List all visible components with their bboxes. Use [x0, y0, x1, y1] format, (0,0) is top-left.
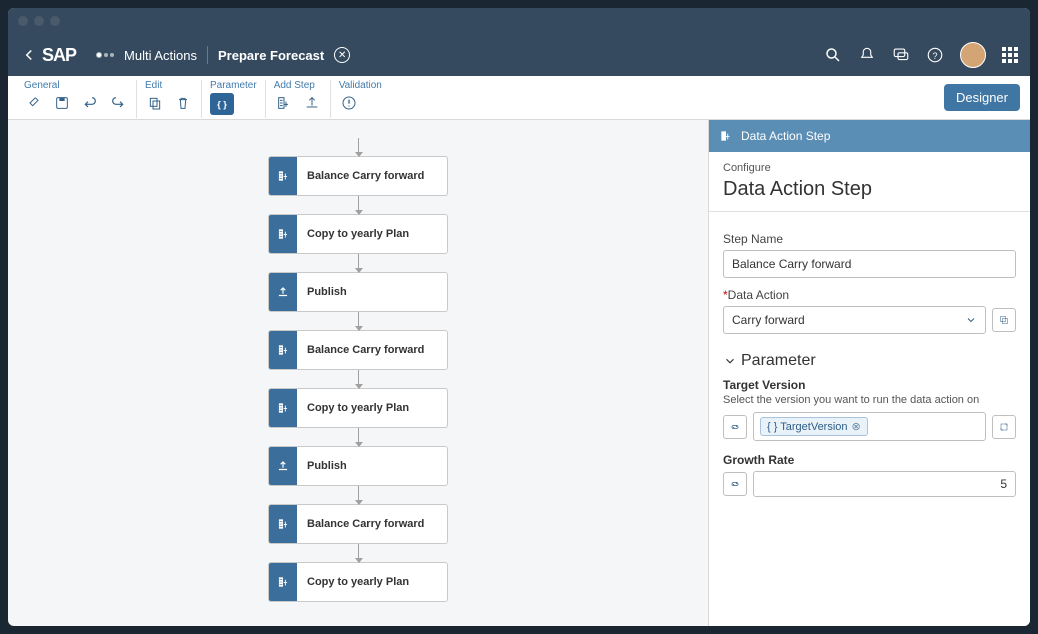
- flow-arrow: [358, 312, 359, 330]
- flow-step[interactable]: Publish: [268, 272, 448, 312]
- group-general-label: General: [24, 80, 60, 91]
- flow-step[interactable]: Balance Carry forward: [268, 504, 448, 544]
- flow-step[interactable]: Balance Carry forward: [268, 156, 448, 196]
- step-label: Balance Carry forward: [297, 518, 424, 530]
- undo-icon[interactable]: [80, 93, 100, 113]
- open-action-icon[interactable]: [992, 308, 1016, 332]
- copy-icon[interactable]: [145, 93, 165, 113]
- flow-step[interactable]: Publish: [268, 446, 448, 486]
- configure-label: Configure: [723, 162, 1016, 174]
- add-data-step-icon[interactable]: [274, 93, 294, 113]
- save-icon[interactable]: [52, 93, 72, 113]
- window-dot: [50, 16, 60, 26]
- close-icon[interactable]: ✕: [334, 47, 350, 63]
- pipeline-icon: [96, 52, 114, 58]
- target-version-label: Target Version: [723, 378, 1016, 392]
- titlebar: [8, 8, 1030, 34]
- breadcrumb-current: Prepare Forecast: [218, 48, 324, 63]
- back-icon[interactable]: [20, 46, 38, 64]
- flow-arrow: [358, 544, 359, 562]
- growth-rate-label: Growth Rate: [723, 453, 1016, 467]
- flow-canvas[interactable]: Balance Carry forward Copy to yearly Plan…: [8, 120, 708, 626]
- link-icon[interactable]: [24, 93, 44, 113]
- search-icon[interactable]: [824, 46, 842, 64]
- chevron-down-icon: [723, 354, 737, 368]
- group-edit-label: Edit: [145, 80, 162, 91]
- group-addstep-label: Add Step: [274, 80, 315, 91]
- app-grid-icon[interactable]: [1002, 47, 1018, 63]
- data-action-icon: [269, 389, 297, 427]
- panel-header: Data Action Step: [709, 120, 1030, 152]
- panel-title: Data Action Step: [723, 178, 1016, 201]
- flow-step[interactable]: Copy to yearly Plan: [268, 562, 448, 602]
- warning-icon[interactable]: [339, 93, 359, 113]
- chat-icon[interactable]: [892, 46, 910, 64]
- toolbar: General Edit Parameter { } Add Step Vali…: [8, 76, 1030, 120]
- target-version-input[interactable]: { } TargetVersion ⊗: [753, 412, 986, 441]
- breadcrumb-multi-actions[interactable]: Multi Actions: [124, 48, 197, 63]
- flow-arrow: [358, 254, 359, 272]
- step-label: Publish: [297, 460, 347, 472]
- parameter-icon[interactable]: { }: [210, 93, 234, 115]
- data-action-icon: [269, 331, 297, 369]
- designer-button[interactable]: Designer: [944, 84, 1020, 111]
- data-action-icon: [269, 563, 297, 601]
- flow-arrow: [358, 486, 359, 504]
- redo-icon[interactable]: [108, 93, 128, 113]
- flow-step[interactable]: Balance Carry forward: [268, 330, 448, 370]
- svg-text:?: ?: [932, 51, 937, 61]
- target-version-desc: Select the version you want to run the d…: [723, 394, 1016, 406]
- expand-param-icon[interactable]: [992, 415, 1016, 439]
- step-label: Balance Carry forward: [297, 170, 424, 182]
- step-label: Copy to yearly Plan: [297, 228, 409, 240]
- link-param-icon[interactable]: [723, 472, 747, 496]
- growth-rate-input[interactable]: [753, 471, 1016, 497]
- link-param-icon[interactable]: [723, 415, 747, 439]
- app-header: SAP Multi Actions Prepare Forecast ✕ ?: [8, 34, 1030, 76]
- bell-icon[interactable]: [858, 46, 876, 64]
- step-label: Publish: [297, 286, 347, 298]
- flow-step[interactable]: Copy to yearly Plan: [268, 388, 448, 428]
- flow-arrow: [358, 370, 359, 388]
- add-publish-step-icon[interactable]: [302, 93, 322, 113]
- step-label: Balance Carry forward: [297, 344, 424, 356]
- panel-header-label: Data Action Step: [741, 129, 830, 143]
- step-name-label: Step Name: [723, 232, 1016, 246]
- properties-panel: Data Action Step Configure Data Action S…: [708, 120, 1030, 626]
- group-validation-label: Validation: [339, 80, 382, 91]
- help-icon[interactable]: ?: [926, 46, 944, 64]
- remove-token-icon[interactable]: ⊗: [852, 420, 861, 433]
- flow-arrow: [358, 196, 359, 214]
- flow-arrow: [358, 138, 359, 156]
- step-label: Copy to yearly Plan: [297, 402, 409, 414]
- flow-arrow: [358, 428, 359, 446]
- parameter-section-toggle[interactable]: Parameter: [723, 352, 1016, 370]
- publish-icon: [269, 447, 297, 485]
- publish-icon: [269, 273, 297, 311]
- svg-text:{ }: { }: [217, 99, 227, 109]
- step-label: Copy to yearly Plan: [297, 576, 409, 588]
- delete-icon[interactable]: [173, 93, 193, 113]
- sap-logo: SAP: [42, 45, 76, 66]
- window-dot: [34, 16, 44, 26]
- flow-step[interactable]: Copy to yearly Plan: [268, 214, 448, 254]
- data-action-icon: [269, 505, 297, 543]
- data-action-icon: [269, 157, 297, 195]
- step-name-input[interactable]: [723, 250, 1016, 278]
- group-parameter-label: Parameter: [210, 80, 257, 91]
- target-version-token[interactable]: { } TargetVersion ⊗: [760, 417, 868, 436]
- data-action-select[interactable]: Carry forward: [723, 306, 986, 334]
- window-dot: [18, 16, 28, 26]
- data-action-icon: [269, 215, 297, 253]
- data-action-label: *Data Action: [723, 288, 1016, 302]
- avatar[interactable]: [960, 42, 986, 68]
- chevron-down-icon: [965, 314, 977, 326]
